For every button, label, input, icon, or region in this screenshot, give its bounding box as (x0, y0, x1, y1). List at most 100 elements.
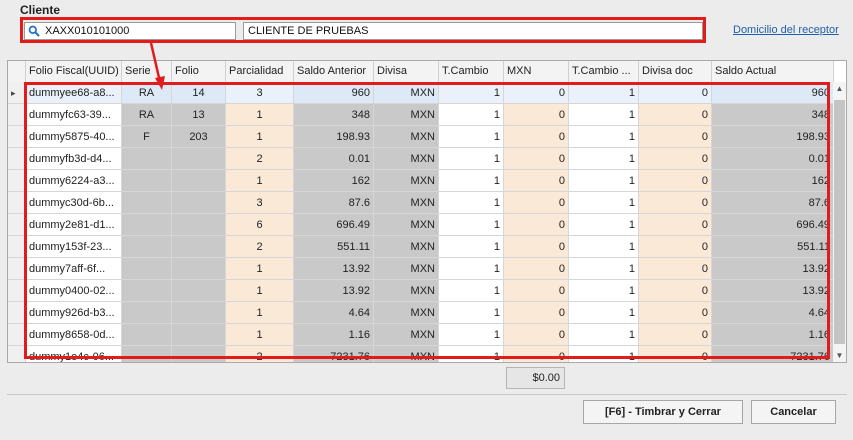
cell-uuid[interactable]: dummyee68-a8... (26, 82, 122, 104)
cell-folio[interactable] (172, 148, 226, 170)
cell-parcialidad[interactable]: 1 (226, 280, 294, 302)
cell-mxn[interactable]: 0 (504, 258, 569, 280)
cell-parcialidad[interactable]: 1 (226, 302, 294, 324)
cell-t-cambio-doc[interactable]: 1 (569, 258, 639, 280)
cell-uuid[interactable]: dummy7aff-6f... (26, 258, 122, 280)
cell-saldo-actual[interactable]: 0.01 (712, 148, 834, 170)
documents-grid[interactable]: Folio Fiscal(UUID) Serie Folio Parcialidad S… (7, 60, 847, 363)
cell-serie[interactable] (122, 258, 172, 280)
cell-divisa[interactable]: MXN (374, 214, 439, 236)
cell-t-cambio-doc[interactable]: 1 (569, 104, 639, 126)
cell-uuid[interactable]: dummyfc63-39... (26, 104, 122, 126)
cell-saldo-actual[interactable]: 13.92 (712, 280, 834, 302)
row-indicator[interactable] (8, 346, 26, 362)
cell-t-cambio[interactable]: 1 (439, 258, 504, 280)
cell-mxn[interactable]: 0 (504, 148, 569, 170)
cell-parcialidad[interactable]: 1 (226, 104, 294, 126)
cell-t-cambio[interactable]: 1 (439, 82, 504, 104)
column-header-parcialidad[interactable]: Parcialidad (226, 61, 294, 82)
cell-folio[interactable] (172, 346, 226, 362)
cell-uuid[interactable]: dummy8658-0d... (26, 324, 122, 346)
search-icon[interactable] (25, 23, 42, 39)
cell-parcialidad[interactable]: 3 (226, 82, 294, 104)
cell-saldo-actual[interactable]: 960 (712, 82, 834, 104)
cell-folio[interactable] (172, 170, 226, 192)
table-row[interactable]: dummy2e81-d1... 6 696.49 MXN 1 0 1 0 696.49 (8, 214, 834, 236)
cell-t-cambio-doc[interactable]: 1 (569, 302, 639, 324)
table-row[interactable]: dummy0400-02... 1 13.92 MXN 1 0 1 0 13.92 (8, 280, 834, 302)
cell-t-cambio-doc[interactable]: 1 (569, 280, 639, 302)
column-header-t-cambio-doc[interactable]: T.Cambio ... (569, 61, 639, 82)
vertical-scrollbar[interactable]: ▲ ▼ (833, 82, 846, 362)
cell-serie[interactable] (122, 214, 172, 236)
cell-saldo-anterior[interactable]: 1.16 (294, 324, 374, 346)
cell-t-cambio[interactable]: 1 (439, 236, 504, 258)
cell-t-cambio-doc[interactable]: 1 (569, 192, 639, 214)
receptor-address-link[interactable]: Domicilio del receptor (733, 24, 839, 36)
cell-t-cambio[interactable]: 1 (439, 104, 504, 126)
cell-t-cambio[interactable]: 1 (439, 148, 504, 170)
cell-t-cambio-doc[interactable]: 1 (569, 346, 639, 362)
cell-t-cambio[interactable]: 1 (439, 324, 504, 346)
cell-serie[interactable] (122, 192, 172, 214)
cell-uuid[interactable]: dummy2e81-d1... (26, 214, 122, 236)
cell-saldo-actual[interactable]: 13.92 (712, 258, 834, 280)
cell-parcialidad[interactable]: 6 (226, 214, 294, 236)
cell-folio[interactable]: 13 (172, 104, 226, 126)
cell-folio[interactable] (172, 302, 226, 324)
cell-divisa-doc[interactable]: 0 (639, 148, 712, 170)
cell-mxn[interactable]: 0 (504, 82, 569, 104)
cell-parcialidad[interactable]: 2 (226, 148, 294, 170)
cell-serie[interactable]: F (122, 126, 172, 148)
cell-divisa-doc[interactable]: 0 (639, 236, 712, 258)
row-indicator[interactable] (8, 192, 26, 214)
cell-t-cambio-doc[interactable]: 1 (569, 126, 639, 148)
cell-saldo-actual[interactable]: 551.11 (712, 236, 834, 258)
cell-divisa[interactable]: MXN (374, 324, 439, 346)
cell-parcialidad[interactable]: 1 (226, 324, 294, 346)
row-indicator[interactable]: ▸ (8, 82, 26, 104)
cell-t-cambio[interactable]: 1 (439, 192, 504, 214)
cell-divisa[interactable]: MXN (374, 170, 439, 192)
cell-uuid[interactable]: dummy153f-23... (26, 236, 122, 258)
table-row[interactable]: dummyfc63-39... RA 13 1 348 MXN 1 0 1 0 348 (8, 104, 834, 126)
cell-serie[interactable]: RA (122, 104, 172, 126)
column-header-uuid[interactable]: Folio Fiscal(UUID) (26, 61, 122, 82)
cell-serie[interactable] (122, 170, 172, 192)
cell-serie[interactable] (122, 302, 172, 324)
cell-divisa-doc[interactable]: 0 (639, 280, 712, 302)
cell-serie[interactable] (122, 280, 172, 302)
cell-serie[interactable]: RA (122, 82, 172, 104)
cell-saldo-anterior[interactable]: 87.6 (294, 192, 374, 214)
cell-divisa-doc[interactable]: 0 (639, 170, 712, 192)
cell-uuid[interactable]: dummy1e4c-06... (26, 346, 122, 362)
row-indicator[interactable] (8, 214, 26, 236)
cell-mxn[interactable]: 0 (504, 302, 569, 324)
cell-t-cambio-doc[interactable]: 1 (569, 82, 639, 104)
cell-t-cambio[interactable]: 1 (439, 170, 504, 192)
cell-parcialidad[interactable]: 2 (226, 236, 294, 258)
table-row[interactable]: dummy153f-23... 2 551.11 MXN 1 0 1 0 551.11 (8, 236, 834, 258)
cell-saldo-anterior[interactable]: 13.92 (294, 258, 374, 280)
cell-divisa-doc[interactable]: 0 (639, 192, 712, 214)
cell-t-cambio[interactable]: 1 (439, 214, 504, 236)
cell-t-cambio[interactable]: 1 (439, 346, 504, 362)
cell-divisa[interactable]: MXN (374, 236, 439, 258)
cell-uuid[interactable]: dummy926d-b3... (26, 302, 122, 324)
column-header-folio[interactable]: Folio (172, 61, 226, 82)
row-indicator[interactable] (8, 148, 26, 170)
row-indicator[interactable] (8, 236, 26, 258)
cell-folio[interactable] (172, 324, 226, 346)
cell-divisa[interactable]: MXN (374, 258, 439, 280)
cell-folio[interactable] (172, 280, 226, 302)
cell-t-cambio[interactable]: 1 (439, 126, 504, 148)
table-row[interactable]: dummy8658-0d... 1 1.16 MXN 1 0 1 0 1.16 (8, 324, 834, 346)
cell-serie[interactable] (122, 324, 172, 346)
cell-serie[interactable] (122, 236, 172, 258)
scroll-down-icon[interactable]: ▼ (833, 351, 846, 360)
column-header-saldo-anterior[interactable]: Saldo Anterior (294, 61, 374, 82)
cell-mxn[interactable]: 0 (504, 126, 569, 148)
table-row[interactable]: dummy7aff-6f... 1 13.92 MXN 1 0 1 0 13.92 (8, 258, 834, 280)
cell-mxn[interactable]: 0 (504, 324, 569, 346)
cell-saldo-anterior[interactable]: 0.01 (294, 148, 374, 170)
